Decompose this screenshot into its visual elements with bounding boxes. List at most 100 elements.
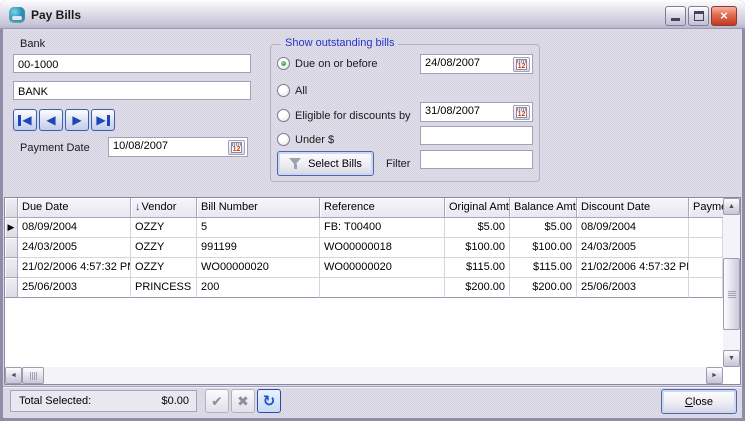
radio-under-amount-label[interactable]: Under $ (295, 134, 334, 146)
radio-under-amount[interactable] (277, 133, 290, 146)
grid-cell[interactable]: 24/03/2005 (18, 238, 131, 258)
table-row[interactable]: 25/06/2003 PRINCESS 200 $200.00 $200.00 … (5, 278, 723, 298)
radio-due-on-or-before[interactable] (277, 57, 290, 70)
minimize-icon (671, 18, 680, 21)
total-selected-label: Total Selected: (19, 395, 91, 407)
close-button[interactable]: Close (661, 389, 737, 414)
grid-cell[interactable]: 25/06/2003 (577, 278, 689, 298)
maximize-button[interactable] (688, 6, 709, 26)
maximize-icon (694, 11, 704, 21)
grid-cell[interactable]: $100.00 (445, 238, 510, 258)
grid-cell[interactable]: OZZY (131, 238, 197, 258)
grid-cell[interactable]: 991199 (197, 238, 320, 258)
discount-date-field[interactable]: 31/08/2007 12 (420, 102, 533, 122)
grid-cell[interactable] (689, 278, 723, 298)
due-date-calendar-button[interactable]: 12 (513, 57, 530, 72)
scroll-up-button[interactable]: ▲ (723, 198, 740, 215)
last-bar-icon (107, 115, 110, 126)
row-selector[interactable] (5, 238, 18, 258)
vertical-scrollbar[interactable]: ▲ ▼ (723, 198, 740, 367)
last-record-button[interactable]: ▶ (91, 109, 115, 131)
grid-cell[interactable]: $200.00 (510, 278, 577, 298)
grid-cell[interactable]: PRINCESS (131, 278, 197, 298)
scroll-left-button[interactable]: ◄ (5, 367, 22, 384)
select-bills-button[interactable]: Select Bills (277, 151, 374, 176)
grid-cell[interactable]: $5.00 (510, 218, 577, 238)
grid-cell[interactable]: OZZY (131, 258, 197, 278)
grid-cell[interactable] (689, 258, 723, 278)
scroll-right-button[interactable]: ► (706, 367, 723, 384)
minimize-button[interactable] (665, 6, 686, 26)
grid-cell[interactable]: 08/09/2004 (577, 218, 689, 238)
column-header-original-amt[interactable]: Original Amt (445, 198, 510, 218)
title-bar[interactable]: Pay Bills × (0, 0, 745, 29)
table-row[interactable]: 24/03/2005 OZZY 991199 WO00000018 $100.0… (5, 238, 723, 258)
payment-date-calendar-button[interactable]: 12 (228, 140, 245, 155)
grid-cell[interactable]: $100.00 (510, 238, 577, 258)
grid-cell[interactable]: $200.00 (445, 278, 510, 298)
grid-cell[interactable] (689, 238, 723, 258)
column-header-bill-number[interactable]: Bill Number (197, 198, 320, 218)
grid-cell[interactable]: WO00000020 (197, 258, 320, 278)
grid-cell[interactable]: 5 (197, 218, 320, 238)
cancel-button[interactable]: ✖ (231, 389, 255, 413)
row-selector[interactable] (5, 278, 18, 298)
grid-cell[interactable]: WO00000018 (320, 238, 445, 258)
horizontal-scrollbar[interactable]: ◄ ► (5, 367, 723, 384)
row-selector[interactable] (5, 258, 18, 278)
column-header-reference[interactable]: Reference (320, 198, 445, 218)
radio-due-on-or-before-label[interactable]: Due on or before (295, 58, 378, 70)
grid-cell[interactable]: OZZY (131, 218, 197, 238)
grid-cell[interactable]: $115.00 (445, 258, 510, 278)
radio-eligible-for-discounts[interactable] (277, 109, 290, 122)
total-selected-value: $0.00 (161, 395, 189, 407)
grid-cell[interactable]: 21/02/2006 4:57:32 PM (577, 258, 689, 278)
discount-date-calendar-button[interactable]: 12 (513, 105, 530, 120)
radio-all-label[interactable]: All (295, 85, 307, 97)
select-bills-label: Select Bills (308, 158, 362, 170)
column-header-payment[interactable]: Payme (689, 198, 723, 218)
radio-eligible-for-discounts-label[interactable]: Eligible for discounts by (295, 110, 411, 122)
accept-button[interactable]: ✔ (205, 389, 229, 413)
scroll-down-button[interactable]: ▼ (723, 350, 740, 367)
previous-record-button[interactable]: ◀ (39, 109, 63, 131)
payment-date-field[interactable]: 10/08/2007 12 (108, 137, 248, 157)
filter-label: Filter (386, 158, 410, 170)
bank-name-input[interactable] (13, 81, 251, 100)
grid-cell[interactable] (320, 278, 445, 298)
selector-column-header (5, 198, 18, 218)
column-header-vendor[interactable]: ↓Vendor (131, 198, 197, 218)
grid-cell[interactable]: 21/02/2006 4:57:32 PM (18, 258, 131, 278)
grid-cell[interactable]: 25/06/2003 (18, 278, 131, 298)
pay-bills-window: Pay Bills × Bank ◀ ◀ ▶ ▶ Payment Date 10… (0, 0, 745, 421)
due-date-field[interactable]: 24/08/2007 12 (420, 54, 533, 74)
column-header-discount-date[interactable]: Discount Date (577, 198, 689, 218)
under-amount-input[interactable] (420, 126, 533, 145)
vertical-scrollbar-thumb[interactable] (723, 258, 740, 330)
radio-all[interactable] (277, 84, 290, 97)
column-header-balance-amt[interactable]: Balance Amt (510, 198, 577, 218)
grid-cell[interactable]: 08/09/2004 (18, 218, 131, 238)
scrollbar-grip-icon (30, 372, 37, 380)
close-window-button[interactable]: × (711, 6, 737, 26)
grid-cell[interactable]: $115.00 (510, 258, 577, 278)
first-record-button[interactable]: ◀ (13, 109, 37, 131)
scrollbar-grip-icon (728, 291, 736, 298)
grid-cell[interactable]: FB: T00400 (320, 218, 445, 238)
bank-code-input[interactable] (13, 54, 251, 73)
grid-cell[interactable]: 24/03/2005 (577, 238, 689, 258)
grid-cell[interactable]: WO00000020 (320, 258, 445, 278)
first-arrow-icon: ◀ (22, 113, 31, 127)
grid-cell[interactable] (689, 218, 723, 238)
next-record-button[interactable]: ▶ (65, 109, 89, 131)
horizontal-scrollbar-thumb[interactable] (22, 367, 44, 384)
previous-arrow-icon: ◀ (46, 113, 55, 127)
refresh-button[interactable]: ↻ (257, 389, 281, 413)
column-header-due-date[interactable]: Due Date (18, 198, 131, 218)
last-arrow-icon: ▶ (96, 113, 105, 127)
table-row[interactable]: 21/02/2006 4:57:32 PM OZZY WO00000020 WO… (5, 258, 723, 278)
grid-cell[interactable]: 200 (197, 278, 320, 298)
grid-cell[interactable]: $5.00 (445, 218, 510, 238)
filter-input[interactable] (420, 150, 533, 169)
table-row[interactable]: ▶ 08/09/2004 OZZY 5 FB: T00400 $5.00 $5.… (5, 218, 723, 238)
